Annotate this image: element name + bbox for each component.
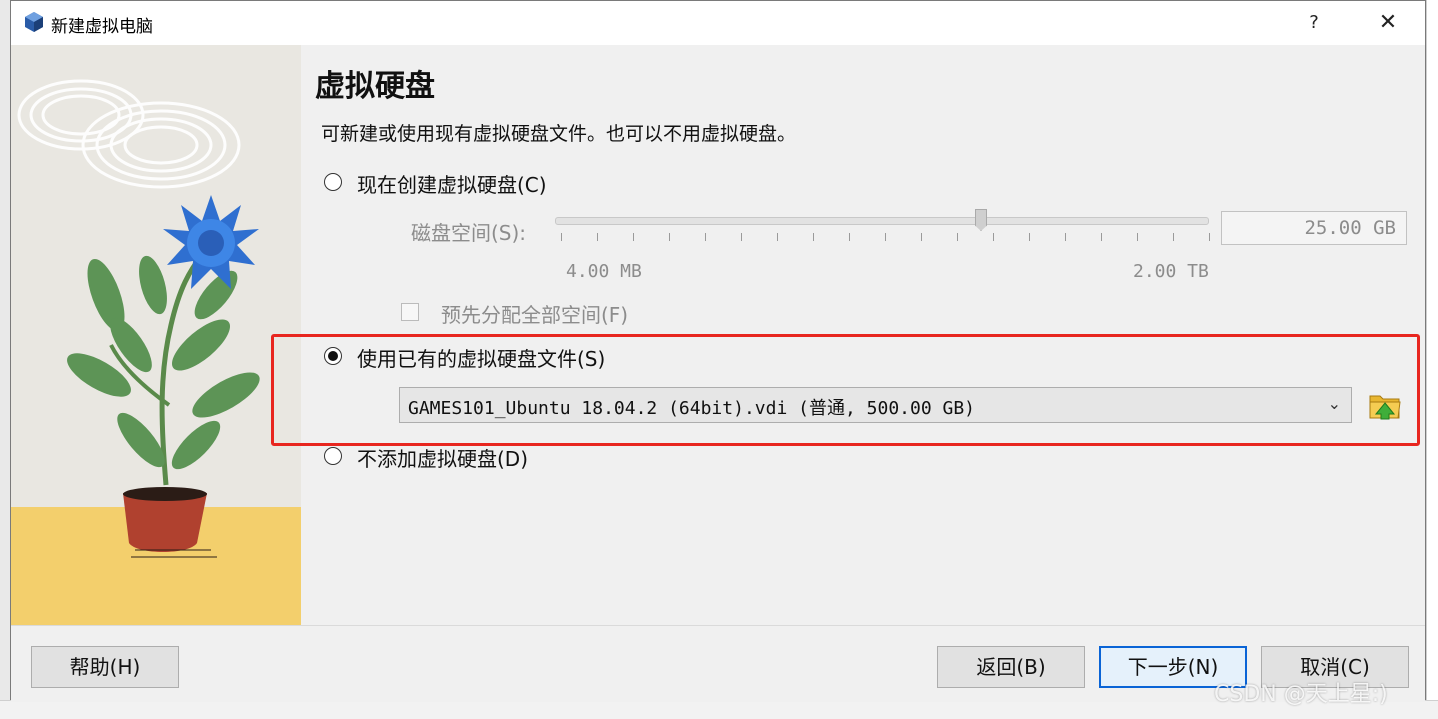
slider-tick [1101,233,1102,241]
slider-tick [1065,233,1066,241]
window-title: 新建虚拟电脑 [51,17,153,37]
slider-tick [561,233,562,241]
slider-tick [741,233,742,241]
preallocate-label: 预先分配全部空间(F) [441,303,629,327]
create-new-disk-label[interactable]: 现在创建虚拟硬盘(C) [357,169,547,198]
button-bar: 帮助(H) 返回(B) 下一步(N) 取消(C) [11,625,1425,702]
highlight-annotation-box [271,334,1420,446]
slider-tick [777,233,778,241]
slider-min-label: 4.00 MB [566,261,642,282]
wizard-illustration [11,45,301,625]
slider-tick [813,233,814,241]
slider-tick [921,233,922,241]
slider-tick [1029,233,1030,241]
no-disk-label[interactable]: 不添加虚拟硬盘(D) [357,443,528,472]
slider-max-label: 2.00 TB [1133,261,1209,282]
radio-create-new-disk[interactable] [324,173,342,191]
page-title: 虚拟硬盘 [315,69,435,104]
virtualbox-icon [25,12,43,32]
slider-tick [597,233,598,241]
slider-tick [957,233,958,241]
flower-pot-illustration [11,45,301,625]
disk-size-label: 磁盘空间(S): [411,221,527,245]
slider-ticks [561,233,1210,243]
radio-no-disk[interactable] [324,447,342,465]
slider-tick [993,233,994,241]
background-window-edge [1426,0,1438,718]
slider-tick [885,233,886,241]
slider-tick [1137,233,1138,241]
slider-tick [1173,233,1174,241]
disk-size-input[interactable]: 25.00 GB [1221,211,1407,245]
slider-tick [705,233,706,241]
back-button[interactable]: 返回(B) [937,646,1085,688]
close-icon[interactable]: ✕ [1373,9,1403,37]
page-description: 可新建或使用现有虚拟硬盘文件。也可以不用虚拟硬盘。 [321,123,797,145]
disk-size-slider-handle[interactable] [975,209,987,231]
slider-tick [1209,233,1210,241]
slider-tick [669,233,670,241]
disk-size-slider[interactable] [555,217,1209,225]
title-bar: 新建虚拟电脑 ? ✕ [11,1,1425,45]
help-question-icon[interactable]: ? [1299,9,1329,37]
preallocate-checkbox[interactable] [401,303,419,321]
help-button[interactable]: 帮助(H) [31,646,179,688]
watermark: CSDN @天上星:) [1214,682,1388,707]
slider-tick [633,233,634,241]
slider-tick [849,233,850,241]
